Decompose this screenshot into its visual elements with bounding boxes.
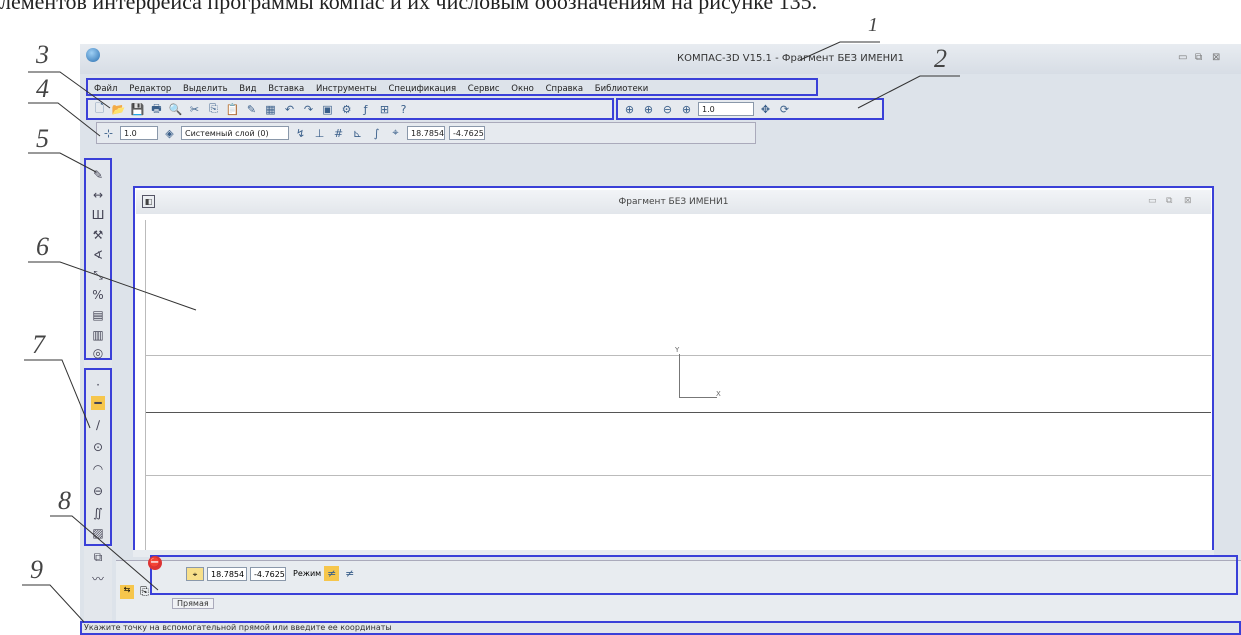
callout-2: 2 [934,44,947,73]
callout-7: 7 [32,330,45,359]
leader-6 [28,261,197,311]
callout-leaders [22,41,960,623]
leader-1 [799,41,880,61]
callout-1: 1 [868,14,878,36]
callout-9: 9 [30,555,43,584]
callout-3: 3 [36,40,49,69]
leader-9 [22,584,85,623]
leader-8 [50,515,159,591]
callout-8: 8 [58,486,71,515]
callout-5: 5 [36,124,49,153]
leader-7 [24,359,91,429]
callout-4: 4 [36,74,49,103]
leader-2 [857,75,960,109]
leader-5 [28,152,97,173]
callout-6: 6 [36,232,49,261]
